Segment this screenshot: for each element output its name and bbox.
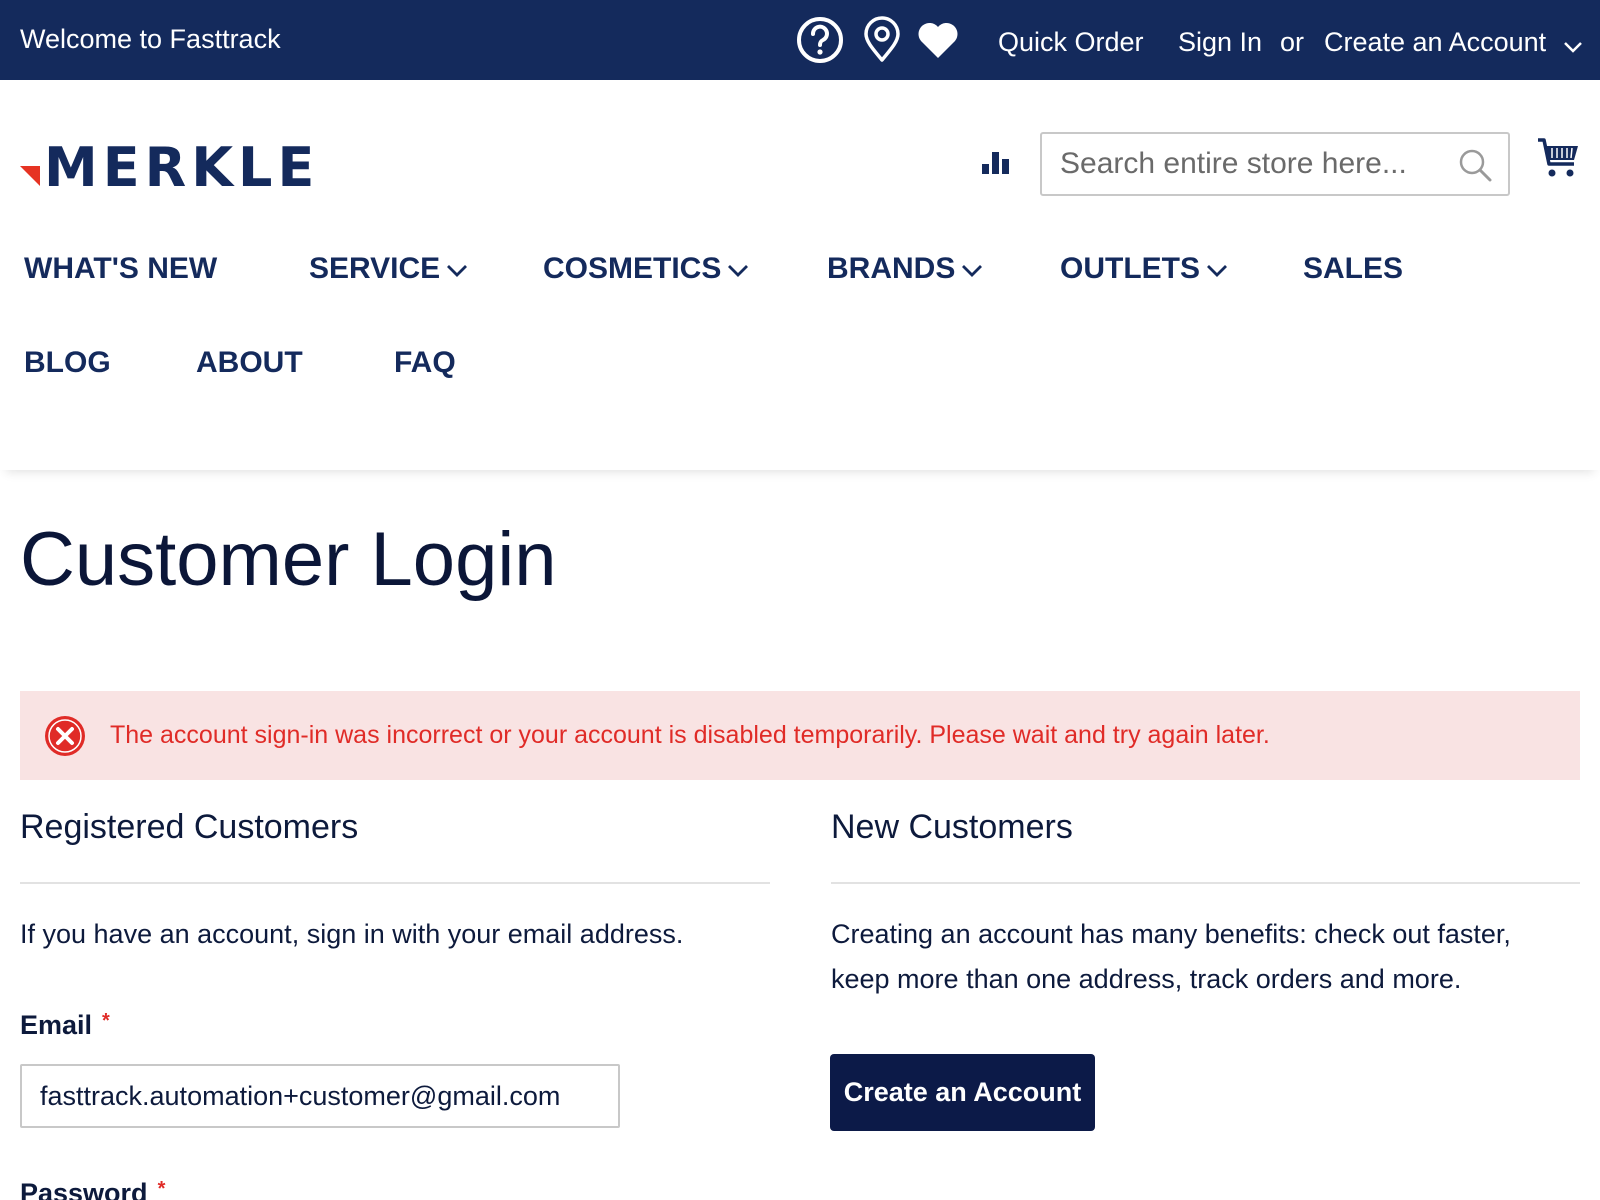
- required-asterisk: *: [102, 1010, 110, 1032]
- nav-item-brands[interactable]: BRANDS: [827, 252, 983, 286]
- divider: [831, 882, 1580, 884]
- search-input[interactable]: [1060, 144, 1450, 184]
- nav-item-faq[interactable]: FAQ: [394, 346, 456, 380]
- chevron-down-icon[interactable]: [1563, 40, 1583, 54]
- quick-order-link[interactable]: Quick Order: [998, 27, 1144, 58]
- nav-item-sales[interactable]: SALES: [1303, 252, 1403, 286]
- logo-wordmark: MERKLE: [44, 136, 320, 199]
- nav-item-about[interactable]: ABOUT: [196, 346, 303, 380]
- nav-item-label: SALES: [1303, 252, 1404, 285]
- or-separator: or: [1280, 27, 1305, 57]
- create-account-button[interactable]: Create an Account: [830, 1054, 1095, 1131]
- welcome-message: Welcome to Fasttrack: [20, 24, 281, 54]
- main-navigation: WHAT'S NEW SERVICE COSMETICS BRANDS OUTL…: [0, 200, 1600, 470]
- email-field[interactable]: [20, 1064, 620, 1128]
- search-icon[interactable]: [1458, 148, 1492, 182]
- nav-item-label: SERVICE: [309, 252, 441, 285]
- location-pin-icon[interactable]: [858, 16, 906, 64]
- nav-item-label: BRANDS: [827, 252, 956, 285]
- nav-item-service[interactable]: SERVICE: [309, 252, 468, 286]
- new-customers-title: New Customers: [831, 808, 1073, 846]
- email-label-text: Email: [20, 1010, 93, 1040]
- create-account-link[interactable]: Create an Account: [1324, 27, 1546, 58]
- nav-item-outlets[interactable]: OUTLETS: [1060, 252, 1228, 286]
- divider: [20, 882, 770, 884]
- top-bar: Welcome to Fasttrack Quick Order Sign In…: [0, 0, 1600, 80]
- error-x-icon: [45, 716, 85, 756]
- nav-item-label: OUTLETS: [1060, 252, 1200, 285]
- registered-intro: If you have an account, sign in with you…: [20, 919, 684, 949]
- error-message: The account sign-in was incorrect or you…: [20, 691, 1580, 780]
- nav-item-label: WHAT'S NEW: [24, 252, 218, 285]
- sign-in-link[interactable]: Sign In: [1178, 27, 1262, 58]
- password-label-text: Password: [20, 1178, 148, 1200]
- search-box: [1040, 132, 1510, 196]
- nav-item-whats-new[interactable]: WHAT'S NEW: [24, 252, 217, 286]
- nav-item-label: BLOG: [24, 346, 111, 379]
- error-text: The account sign-in was incorrect or you…: [110, 721, 1270, 749]
- chevron-down-icon: [962, 265, 983, 278]
- new-customers-intro: Creating an account has many benefits: c…: [831, 919, 1511, 994]
- nav-item-blog[interactable]: BLOG: [24, 346, 111, 380]
- chevron-down-icon: [447, 265, 468, 278]
- shopping-cart-icon[interactable]: [1536, 136, 1580, 180]
- wishlist-heart-icon[interactable]: [914, 16, 962, 64]
- nav-item-label: COSMETICS: [543, 252, 722, 285]
- compare-chart-icon[interactable]: [980, 148, 1012, 176]
- required-asterisk: *: [157, 1178, 166, 1200]
- logo-mark-icon: [20, 166, 40, 186]
- page-title: Customer Login: [20, 517, 557, 602]
- merkle-logo[interactable]: MERKLE: [20, 136, 314, 199]
- registered-customers-title: Registered Customers: [20, 808, 359, 846]
- help-icon[interactable]: [796, 16, 844, 64]
- chevron-down-icon: [728, 265, 749, 278]
- email-label: Email *: [20, 1010, 110, 1041]
- nav-item-label: FAQ: [394, 346, 456, 379]
- nav-item-label: ABOUT: [196, 346, 303, 379]
- nav-item-cosmetics[interactable]: COSMETICS: [543, 252, 749, 286]
- password-label: Password *: [20, 1178, 165, 1200]
- chevron-down-icon: [1207, 265, 1227, 278]
